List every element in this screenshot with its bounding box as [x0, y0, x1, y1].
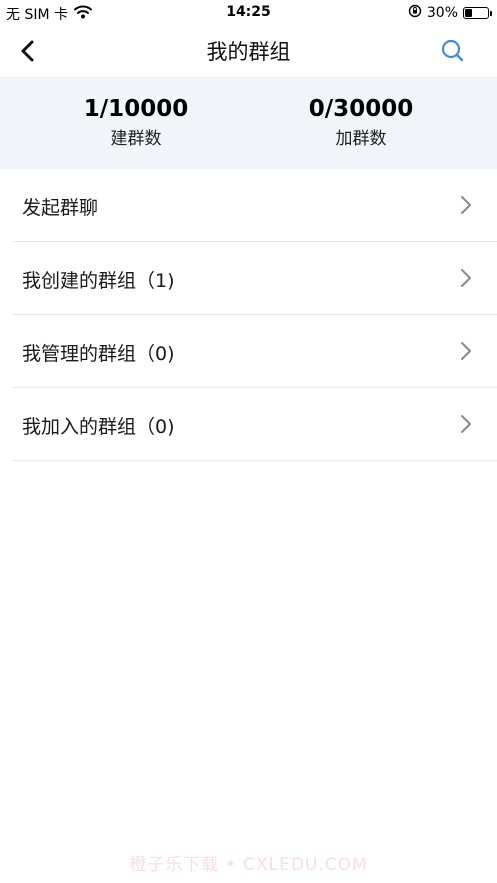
menu-item-label: 发起群聊 [22, 197, 99, 219]
menu-item-label: 我创建的群组（1) [22, 270, 175, 292]
menu-item-label: 我管理的群组（0) [22, 343, 175, 365]
stat-label: 建群数 [110, 129, 162, 149]
chevron-right-icon [461, 196, 471, 214]
stat-joined-groups: 0/30000 加群数 [261, 95, 461, 151]
watermark: 橙子乐下载 • CXLEDU.COM [129, 855, 368, 875]
battery-tip [490, 11, 492, 16]
status-right: 30% [408, 4, 492, 22]
menu-item-joined-groups[interactable]: 我加入的群组（0) [12, 388, 497, 461]
menu-item-start-group-chat[interactable]: 发起群聊 [12, 169, 497, 242]
menu-item-label: 我加入的群组（0) [22, 416, 175, 438]
status-bar: 无 SIM 卡 14:25 30% [0, 0, 497, 26]
search-button[interactable] [439, 37, 467, 65]
chevron-right-icon [461, 415, 471, 433]
menu-item-managed-groups[interactable]: 我管理的群组（0) [12, 315, 497, 388]
battery-fill [465, 9, 472, 17]
chevron-right-icon [461, 269, 471, 287]
stat-value: 0/30000 [308, 96, 414, 122]
battery-percent: 30% [426, 5, 458, 21]
orientation-lock-icon [408, 4, 422, 22]
menu-item-created-groups[interactable]: 我创建的群组（1) [12, 242, 497, 315]
stat-value: 1/10000 [83, 96, 189, 122]
stat-label: 加群数 [335, 129, 387, 149]
search-icon [441, 39, 464, 62]
group-menu-list: 发起群聊 我创建的群组（1) 我管理的群组（0) 我加入的群组（0) [0, 169, 497, 461]
stat-created-groups: 1/10000 建群数 [36, 95, 236, 151]
stats-panel: 1/10000 建群数 0/30000 加群数 [0, 77, 497, 169]
page-title: 我的群组 [206, 40, 291, 64]
chevron-right-icon [461, 342, 471, 360]
nav-bar: 我的群组 [0, 26, 497, 76]
battery-icon [463, 7, 492, 19]
